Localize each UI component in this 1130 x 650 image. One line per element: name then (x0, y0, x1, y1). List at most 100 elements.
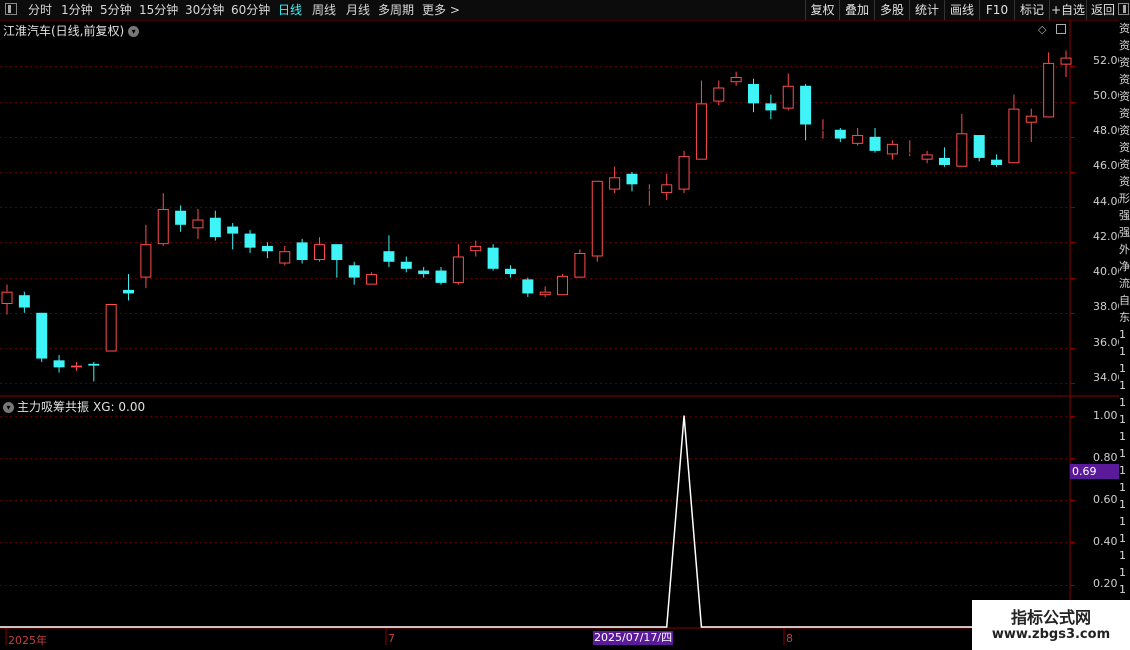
candle (123, 274, 135, 301)
candle (522, 277, 534, 297)
candle-body-down (522, 279, 534, 294)
candle-body-up (921, 154, 933, 160)
candle-body-down (227, 226, 239, 234)
candle (557, 274, 569, 296)
side-panel-item: 1 (1119, 583, 1126, 596)
side-panel-item: 净 (1119, 260, 1130, 273)
candle-body-up (1008, 108, 1020, 164)
candle-body-up (1043, 62, 1055, 118)
candle-body-up (782, 85, 794, 109)
candle-body-down (869, 136, 881, 151)
candle-body-up (661, 184, 673, 194)
watermark-title: 指标公式网 (1010, 608, 1091, 627)
candle (366, 272, 378, 285)
candle (1, 284, 13, 315)
side-panel-item: 资 (1119, 175, 1130, 188)
side-panel-item: 1 (1119, 413, 1126, 426)
candle (713, 80, 725, 106)
window-toggle-icon[interactable] (1056, 24, 1066, 34)
candle-body-up (956, 133, 968, 167)
candle (261, 242, 273, 259)
candle (956, 113, 968, 167)
candle-body-down (123, 289, 135, 294)
candle-body-up (539, 291, 551, 296)
side-panel-item: 1 (1119, 379, 1126, 392)
candle-body-down (244, 233, 256, 248)
side-panel-item: 资 (1119, 56, 1130, 69)
candle-body-down (261, 245, 273, 252)
side-panel-item: 1 (1119, 447, 1126, 460)
main-chart-title: 江淮汽车(日线,前复权) ▾ (3, 22, 140, 39)
indicator-line (0, 415, 1070, 628)
candle-body-down (418, 270, 430, 275)
side-panel-strip[interactable]: 资资资资资资资资资资形强强外净流自东11111111111111111 (1119, 20, 1130, 650)
candle (852, 128, 864, 146)
candle-body-up (609, 177, 621, 190)
candle-body-down (348, 265, 360, 278)
side-panel-item: 资 (1119, 22, 1130, 35)
chart-grid (0, 20, 1130, 650)
candle-body-up (157, 208, 169, 245)
side-panel-item: 资 (1119, 39, 1130, 52)
side-panel-item: 1 (1119, 396, 1126, 409)
chevron-down-icon[interactable]: ▾ (128, 26, 140, 37)
candle (18, 291, 30, 313)
side-panel-item: 资 (1119, 90, 1130, 103)
diamond-icon[interactable]: ◇ (1038, 23, 1046, 36)
candle (175, 205, 187, 232)
candle (748, 78, 760, 113)
candle (105, 304, 117, 352)
indicator-y-tick: 0.60 (1093, 493, 1118, 506)
candle-body-up (1, 291, 13, 304)
candle-body-down (973, 135, 985, 158)
candle-body-down (435, 270, 447, 283)
candle (678, 150, 690, 194)
side-panel-item: 资 (1119, 73, 1130, 86)
candle-body-down (800, 85, 812, 125)
candle (938, 147, 950, 167)
candle-body-down (938, 157, 950, 165)
candle (869, 128, 881, 153)
watermark-url: www.zbgs3.com (991, 627, 1111, 642)
candle-body-down (36, 312, 48, 359)
candle (227, 223, 239, 250)
candle-body-up (279, 251, 291, 264)
candle-body-up (192, 219, 204, 229)
candle-body-up (695, 103, 707, 160)
candle-body-up (105, 304, 117, 352)
candle-body-up (591, 180, 603, 257)
candle-body-up (313, 244, 325, 261)
side-panel-item: 资 (1119, 158, 1130, 171)
side-panel-item: 资 (1119, 107, 1130, 120)
candle-body-up (366, 274, 378, 285)
side-panel-item: 强 (1119, 226, 1130, 239)
candle (591, 180, 603, 262)
indicator-y-tick: 1.00 (1093, 409, 1118, 422)
side-panel-item: 东 (1119, 311, 1130, 324)
candle (157, 193, 169, 246)
x-axis-label: 8 (786, 632, 793, 645)
side-panel-item: 形 (1119, 192, 1130, 205)
candle (574, 249, 586, 278)
candle (609, 166, 621, 194)
side-panel-item: 外 (1119, 243, 1130, 256)
candle (70, 362, 82, 371)
candle (140, 224, 152, 289)
x-axis-label: 2025年 (8, 634, 47, 647)
candle (313, 237, 325, 262)
candle-body-up (678, 156, 690, 190)
candle (973, 135, 985, 162)
stock-chart[interactable] (0, 0, 1130, 650)
candle (730, 71, 742, 86)
candle-body-down (991, 159, 1003, 165)
chevron-down-icon[interactable]: ▾ (3, 402, 14, 413)
candle (765, 94, 777, 120)
side-panel-item: 强 (1119, 209, 1130, 222)
candle (36, 312, 48, 363)
xg-value: XG: 0.00 (93, 400, 146, 414)
candle (470, 240, 482, 257)
candle-body-up (730, 76, 742, 83)
cursor-date-badge: 2025/07/17/四 (593, 631, 674, 645)
candle-body-down (53, 360, 65, 368)
candle (435, 267, 447, 285)
